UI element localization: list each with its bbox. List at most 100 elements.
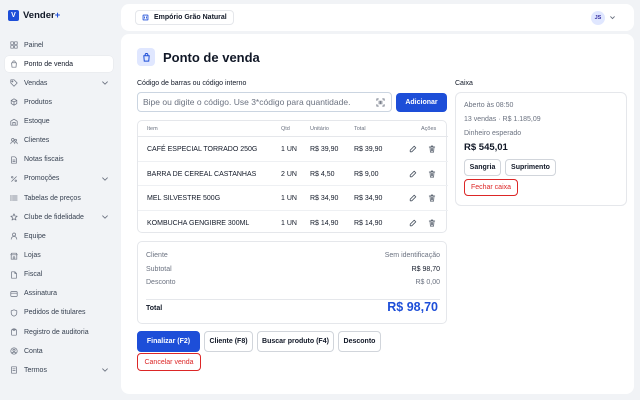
table-row: MEL SILVESTRE 500G 1 UN R$ 34,90 R$ 34,90 bbox=[138, 186, 448, 211]
table-header: Item Qtd Unitário Total Ações bbox=[138, 121, 448, 137]
sidebar-item-label: Notas fiscais bbox=[24, 156, 64, 164]
chevron-down-icon bbox=[101, 213, 109, 221]
sidebar-item-fiscal[interactable]: Fiscal bbox=[5, 267, 113, 283]
summary-subtotal: Subtotal R$ 98,70 bbox=[146, 266, 440, 273]
sidebar-item-clube-de-fidelidade[interactable]: Clube de fidelidade bbox=[5, 209, 113, 225]
sidebar-item-estoque[interactable]: Estoque bbox=[5, 114, 113, 130]
sidebar-nav: Painel Ponto de venda Vendas Produtos Estoqu… bbox=[5, 37, 113, 382]
grid-icon bbox=[10, 41, 18, 49]
sidebar-item-label: Vendas bbox=[24, 79, 48, 87]
search-product-button[interactable]: Buscar produto (F4) bbox=[257, 331, 334, 352]
sidebar-item-label: Clube de fidelidade bbox=[24, 213, 84, 221]
trash-icon[interactable] bbox=[428, 145, 436, 153]
store-selector[interactable]: Empório Grão Natural bbox=[135, 10, 234, 25]
user-avatar[interactable]: JS bbox=[591, 11, 605, 25]
sidebar-item-assinatura[interactable]: Assinatura bbox=[5, 286, 113, 302]
finalize-button[interactable]: Finalizar (F2) bbox=[137, 331, 200, 352]
store-name: Empório Grão Natural bbox=[154, 14, 227, 21]
supply-button[interactable]: Suprimento bbox=[505, 159, 556, 176]
user-circle-icon bbox=[10, 347, 18, 355]
store-icon bbox=[10, 252, 18, 260]
page-title: Ponto de venda bbox=[163, 50, 260, 65]
col-actions: Ações bbox=[421, 126, 437, 132]
sidebar-item-label: Tabelas de preços bbox=[24, 194, 81, 202]
users-icon bbox=[10, 137, 18, 145]
store-icon bbox=[142, 14, 149, 21]
chevron-down-icon bbox=[101, 175, 109, 183]
sidebar-item-painel[interactable]: Painel bbox=[5, 37, 113, 53]
edit-icon[interactable] bbox=[409, 145, 417, 153]
client-button[interactable]: Cliente (F8) bbox=[204, 331, 253, 352]
document-icon bbox=[10, 271, 18, 279]
edit-icon[interactable] bbox=[409, 194, 417, 202]
withdraw-button[interactable]: Sangria bbox=[464, 159, 501, 176]
row-qty[interactable]: 1 UN bbox=[281, 195, 297, 202]
sidebar-item-label: Termos bbox=[24, 366, 47, 374]
bag-icon bbox=[10, 60, 18, 68]
row-item: MEL SILVESTRE 500G bbox=[147, 195, 221, 202]
sidebar-item-conta[interactable]: Conta bbox=[5, 343, 113, 359]
barcode-input[interactable] bbox=[143, 97, 373, 107]
percent-icon bbox=[10, 175, 18, 183]
sidebar-item-equipe[interactable]: Equipe bbox=[5, 228, 113, 244]
sidebar-item-promocoes[interactable]: Promoções bbox=[5, 171, 113, 187]
edit-icon[interactable] bbox=[409, 170, 417, 178]
trash-icon[interactable] bbox=[428, 219, 436, 227]
shield-icon bbox=[10, 309, 18, 317]
star-icon bbox=[10, 213, 18, 221]
sidebar-item-label: Conta bbox=[24, 347, 43, 355]
sidebar-item-label: Produtos bbox=[24, 98, 53, 106]
clipboard-icon bbox=[10, 328, 18, 336]
total-label: Total bbox=[146, 305, 163, 312]
summary-discount: Desconto R$ 0,00 bbox=[146, 279, 440, 286]
shopping-bag-icon bbox=[137, 48, 155, 66]
card-icon bbox=[10, 290, 18, 298]
row-unit: R$ 14,90 bbox=[310, 219, 339, 227]
discount-button[interactable]: Desconto bbox=[338, 331, 381, 352]
sidebar-item-label: Fiscal bbox=[24, 271, 43, 279]
col-qty: Qtd bbox=[281, 126, 290, 132]
app-name-suffix: + bbox=[54, 10, 61, 21]
barcode-scan-icon[interactable] bbox=[376, 98, 385, 107]
sidebar-item-lojas[interactable]: Lojas bbox=[5, 248, 113, 264]
row-qty[interactable]: 1 UN bbox=[281, 220, 297, 227]
col-unit: Unitário bbox=[310, 126, 329, 132]
row-unit: R$ 4,50 bbox=[310, 170, 335, 178]
barcode-field[interactable] bbox=[137, 92, 392, 112]
sidebar-item-registro-de-auditoria[interactable]: Registro de auditoria bbox=[5, 324, 113, 340]
sidebar-item-label: Pedidos de titulares bbox=[24, 309, 86, 317]
sidebar-item-clientes[interactable]: Clientes bbox=[5, 133, 113, 149]
row-unit: R$ 34,90 bbox=[310, 195, 339, 202]
row-item: BARRA DE CEREAL CASTANHAS bbox=[147, 170, 257, 178]
row-item: KOMBUCHA GENGIBRE 300ML bbox=[147, 219, 250, 227]
app-logo[interactable]: V Vender+ bbox=[8, 10, 60, 21]
cancel-sale-button[interactable]: Cancelar venda bbox=[137, 353, 201, 371]
trash-icon[interactable] bbox=[428, 170, 436, 178]
caixa-card: Aberto às 08:50 13 vendas · R$ 1.185,09 … bbox=[455, 92, 627, 206]
list-icon bbox=[10, 194, 18, 202]
row-total: R$ 39,90 bbox=[354, 146, 383, 153]
table-row: KOMBUCHA GENGIBRE 300ML 1 UN R$ 14,90 R$ 14… bbox=[138, 211, 448, 236]
sidebar-item-pedidos-de-titulares[interactable]: Pedidos de titulares bbox=[5, 305, 113, 321]
chevron-down-icon[interactable] bbox=[609, 14, 616, 21]
col-item: Item bbox=[147, 126, 158, 132]
sidebar-item-ponto-de-venda[interactable]: Ponto de venda bbox=[5, 56, 113, 73]
sidebar-item-label: Registro de auditoria bbox=[24, 328, 89, 336]
sidebar-item-produtos[interactable]: Produtos bbox=[5, 94, 113, 110]
add-button[interactable]: Adicionar bbox=[396, 93, 447, 112]
topbar: Empório Grão Natural JS bbox=[121, 4, 634, 31]
row-qty[interactable]: 1 UN bbox=[281, 146, 297, 153]
chevron-down-icon bbox=[101, 79, 109, 87]
row-unit: R$ 39,90 bbox=[310, 146, 339, 153]
sidebar-item-termos[interactable]: Termos bbox=[5, 362, 113, 378]
person-icon bbox=[10, 232, 18, 240]
sidebar-item-notas-fiscais[interactable]: Notas fiscais bbox=[5, 152, 113, 168]
main-panel: Ponto de venda Código de barras ou códig… bbox=[121, 34, 634, 394]
edit-icon[interactable] bbox=[409, 219, 417, 227]
sidebar-item-tabelas-de-precos[interactable]: Tabelas de preços bbox=[5, 190, 113, 206]
close-register-button[interactable]: Fechar caixa bbox=[464, 179, 518, 196]
trash-icon[interactable] bbox=[428, 194, 436, 202]
row-qty[interactable]: 2 UN bbox=[281, 171, 297, 178]
sidebar-item-label: Ponto de venda bbox=[24, 60, 74, 68]
sidebar-item-vendas[interactable]: Vendas bbox=[5, 75, 113, 91]
